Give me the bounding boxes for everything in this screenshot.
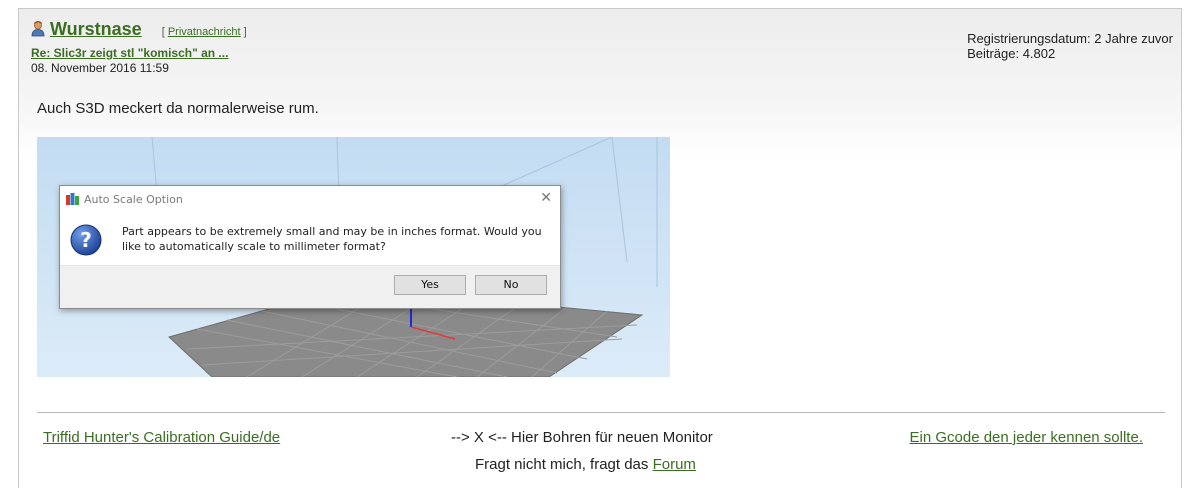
yes-button[interactable]: Yes bbox=[394, 275, 466, 295]
signature-divider bbox=[37, 412, 1165, 413]
forum-post: Wurstnase [ Privatnachricht ] Re: Slic3r… bbox=[18, 8, 1182, 488]
dialog-footer: Yes No bbox=[60, 265, 560, 308]
user-icon bbox=[31, 21, 45, 37]
no-button[interactable]: No bbox=[475, 275, 547, 295]
author-name-link[interactable]: Wurstnase bbox=[50, 19, 142, 40]
embedded-screenshot: Auto Scale Option ✕ ? Part appears to be… bbox=[37, 137, 670, 377]
signature-center-text: --> X <-- Hier Bohren für neuen Monitor bbox=[451, 429, 713, 446]
post-subject-link[interactable]: Re: Slic3r zeigt stl "komisch" an ... bbox=[31, 46, 228, 60]
signature-line2-text: Fragt nicht mich, fragt das bbox=[475, 456, 649, 473]
calibration-guide-link[interactable]: Triffid Hunter's Calibration Guide/de bbox=[43, 429, 280, 446]
svg-text:?: ? bbox=[80, 228, 92, 252]
private-message-link-wrapper: [ Privatnachricht ] bbox=[161, 26, 247, 38]
dialog-message: Part appears to be extremely small and m… bbox=[122, 225, 542, 253]
author-row: Wurstnase [ Privatnachricht ] bbox=[31, 19, 247, 40]
posts-count: Beiträge: 4.802 bbox=[967, 46, 1056, 61]
post-body-text: Auch S3D meckert da normalerweise rum. bbox=[37, 100, 319, 117]
user-info: Registrierungsdatum: 2 Jahre zuvor Beitr… bbox=[967, 31, 1173, 61]
app-icon bbox=[66, 193, 79, 205]
post-date: 08. November 2016 11:59 bbox=[31, 61, 169, 75]
gcode-link[interactable]: Ein Gcode den jeder kennen sollte. bbox=[910, 429, 1144, 446]
dialog-title: Auto Scale Option bbox=[84, 193, 183, 206]
close-icon[interactable]: ✕ bbox=[540, 190, 552, 206]
registration-date: Registrierungsdatum: 2 Jahre zuvor bbox=[967, 31, 1173, 46]
auto-scale-dialog: Auto Scale Option ✕ ? Part appears to be… bbox=[59, 185, 561, 309]
forum-link[interactable]: Forum bbox=[653, 456, 696, 473]
private-message-link[interactable]: Privatnachricht bbox=[168, 26, 241, 38]
signature-line-2: Fragt nicht mich, fragt das Forum bbox=[475, 456, 696, 473]
question-icon: ? bbox=[70, 224, 102, 256]
